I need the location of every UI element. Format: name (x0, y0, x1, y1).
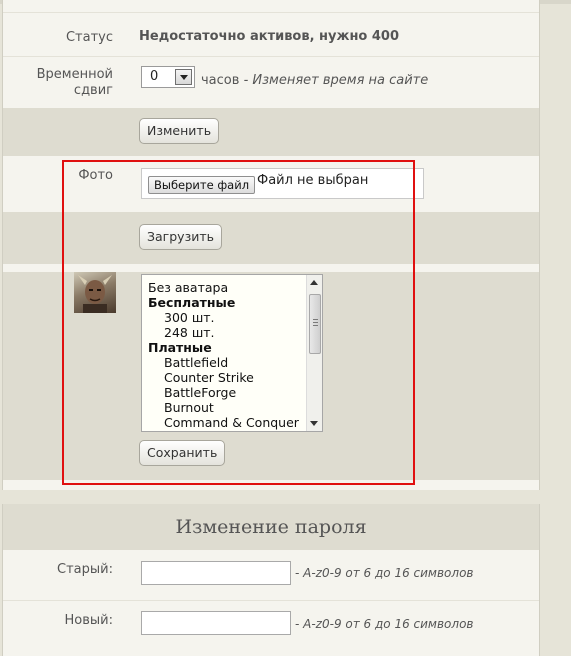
chevron-down-icon[interactable] (175, 69, 192, 85)
old-password-hint: - A-z0-9 от 6 до 16 символов (295, 566, 474, 580)
timeshift-description: - Изменяет время на сайте (243, 73, 429, 88)
timeshift-select[interactable]: 0 (141, 66, 195, 88)
grip-line (313, 325, 318, 326)
old-password-input[interactable] (141, 561, 291, 585)
scroll-up-icon[interactable] (310, 280, 318, 285)
grip-line (313, 322, 318, 323)
timeshift-row: Временной сдвиг 0 часов - Изменяет время… (3, 56, 539, 108)
avatar-option-group: Платные (148, 340, 212, 355)
avatar-option[interactable]: 300 шт. (164, 310, 215, 325)
timeshift-label-line2: сдвиг (73, 83, 113, 98)
avatar-option[interactable]: Battlefield (164, 355, 228, 370)
avatar-option[interactable]: Burnout (164, 400, 214, 415)
avatar-option[interactable]: Без аватара (148, 280, 228, 295)
old-password-row: Старый: - A-z0-9 от 6 до 16 символов (3, 550, 539, 600)
avatar-listbox-scrollbar[interactable] (306, 275, 322, 431)
change-row: Изменить (3, 108, 539, 156)
status-row: Статус Недостаточно активов, нужно 400 (3, 12, 539, 56)
new-password-label: Новый: (64, 613, 113, 628)
photo-row: Фото Выберите файл Файл не выбран (3, 156, 539, 212)
password-panel: Изменение пароля Старый: - A-z0-9 от 6 д… (2, 504, 540, 656)
new-password-hint: - A-z0-9 от 6 до 16 символов (295, 617, 474, 631)
timeshift-select-value: 0 (150, 69, 159, 84)
upload-row: Загрузить (3, 212, 539, 264)
timeshift-unit: часов (201, 73, 240, 88)
new-password-input[interactable] (141, 611, 291, 635)
avatar-option[interactable]: Counter Strike (164, 370, 254, 385)
warrior-avatar-icon (74, 272, 116, 313)
no-file-text: Файл не выбран (257, 173, 369, 188)
scroll-thumb[interactable] (309, 294, 321, 354)
old-password-label: Старый: (57, 562, 113, 577)
avatar-listbox[interactable]: Без аватара Бесплатные 300 шт. 248 шт. П… (141, 274, 323, 432)
avatar-art (78, 275, 112, 313)
status-label: Статус (65, 30, 113, 45)
new-password-row: Новый: - A-z0-9 от 6 до 16 символов (3, 600, 539, 652)
status-value: Недостаточно активов, нужно 400 (139, 29, 400, 44)
scroll-down-icon[interactable] (310, 421, 318, 426)
change-button[interactable]: Изменить (139, 118, 220, 144)
timeshift-hint: часов - Изменяет время на сайте (201, 73, 428, 88)
avatar-row: Без аватара Бесплатные 300 шт. 248 шт. П… (3, 272, 539, 480)
avatar-option[interactable]: Command & Conquer (164, 415, 299, 430)
password-section-title: Изменение пароля (3, 504, 539, 550)
photo-label: Фото (78, 168, 113, 183)
save-button[interactable]: Сохранить (139, 440, 226, 466)
avatar-option[interactable]: BattleForge (164, 385, 236, 400)
profile-settings-panel: Статус Недостаточно активов, нужно 400 В… (2, 0, 540, 490)
timeshift-label-line1: Временной (36, 67, 113, 82)
choose-file-button[interactable]: Выберите файл (148, 176, 256, 194)
grip-line (313, 319, 318, 320)
avatar-option-group: Бесплатные (148, 295, 236, 310)
photo-file-input[interactable]: Выберите файл Файл не выбран (141, 168, 424, 199)
upload-button[interactable]: Загрузить (139, 224, 222, 250)
avatar-option[interactable]: 248 шт. (164, 325, 215, 340)
